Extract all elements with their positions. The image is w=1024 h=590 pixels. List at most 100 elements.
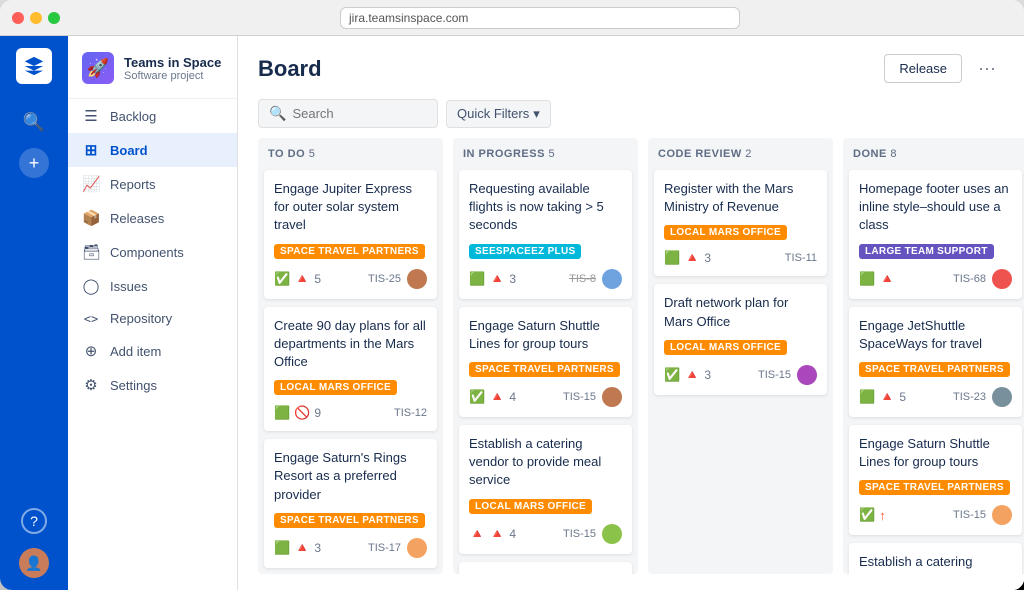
card-title: Establish a catering vendor to provide m… <box>859 553 1012 574</box>
sidebar-item-releases[interactable]: 📦 Releases <box>68 201 237 235</box>
add-nav-button[interactable]: + <box>19 148 49 178</box>
releases-icon: 📦 <box>82 209 100 227</box>
search-nav-icon[interactable]: 🔍 <box>14 104 54 140</box>
story-icon: 🟩 <box>859 389 875 405</box>
card-inprogress2[interactable]: Engage Saturn Shuttle Lines for group to… <box>459 307 632 417</box>
close-button[interactable] <box>12 12 24 24</box>
sidebar-item-backlog[interactable]: ☰ Backlog <box>68 99 237 133</box>
card-footer: ✅ 🔺 3 TIS-15 <box>664 365 817 385</box>
card-inprogress1[interactable]: Requesting available flights is now taki… <box>459 170 632 299</box>
sidebar: 🔍 + ? 👤 <box>0 36 68 590</box>
project-avatar: 🚀 <box>82 52 114 84</box>
settings-label: Settings <box>110 378 157 393</box>
card-tag: LARGE TEAM SUPPORT <box>859 244 994 259</box>
url-bar[interactable]: jira.teamsinspace.com <box>340 7 740 29</box>
card-tag: LOCAL MARS OFFICE <box>664 340 787 355</box>
card-title: Engage Jupiter Express for outer solar s… <box>274 180 427 235</box>
column-done-title: DONE 8 <box>853 148 897 160</box>
card-icons: 🟩 🔺 5 <box>859 389 906 405</box>
block-icon: 🚫 <box>294 405 310 421</box>
backlog-icon: ☰ <box>82 107 100 125</box>
story-icon: 🟩 <box>664 250 680 266</box>
sidebar-item-reports[interactable]: 📈 Reports <box>68 167 237 201</box>
card-tag: SPACE TRAVEL PARTNERS <box>469 362 620 377</box>
card-title: Engage JetShuttle SpaceWays for travel <box>859 317 1012 353</box>
card-avatar <box>992 505 1012 525</box>
card-meta: TIS-25 <box>368 269 427 289</box>
card-id: TIS-11 <box>785 252 817 264</box>
card-meta: TIS-11 <box>785 252 817 264</box>
card-inprogress3[interactable]: Establish a catering vendor to provide m… <box>459 425 632 554</box>
card-meta: TIS-15 <box>758 365 817 385</box>
app-logo[interactable] <box>16 48 52 84</box>
card-tis12[interactable]: Create 90 day plans for all departments … <box>264 307 437 432</box>
card-avatar <box>992 387 1012 407</box>
sidebar-item-settings[interactable]: ⚙ Settings <box>68 368 237 402</box>
sidebar-item-components[interactable]: 🗃 Components <box>68 235 237 269</box>
card-id: TIS-15 <box>758 369 791 381</box>
priority-icon2: 🔺 <box>489 526 505 542</box>
card-tag: SEESPACEEZ PLUS <box>469 244 581 259</box>
sidebar-item-add-item[interactable]: ⊕ Add item <box>68 334 237 368</box>
card-tis25[interactable]: Engage Jupiter Express for outer solar s… <box>264 170 437 299</box>
card-footer: ✅ 🔺 4 TIS-15 <box>469 387 622 407</box>
card-icons: 🟩 🔺 3 <box>469 271 516 287</box>
sidebar-item-repository[interactable]: <> Repository <box>68 303 237 334</box>
minimize-button[interactable] <box>30 12 42 24</box>
card-icons: 🟩 🔺 3 <box>664 250 711 266</box>
card-done3[interactable]: Engage Saturn Shuttle Lines for group to… <box>849 425 1022 535</box>
card-done4[interactable]: Establish a catering vendor to provide m… <box>849 543 1022 574</box>
issues-label: Issues <box>110 279 148 294</box>
search-box[interactable]: 🔍 <box>258 99 438 128</box>
card-count: 9 <box>314 406 321 420</box>
card-icons: 🟩 🔺 3 <box>274 540 321 556</box>
card-meta: TIS-23 <box>953 387 1012 407</box>
quick-filters-button[interactable]: Quick Filters ▾ <box>446 100 551 128</box>
more-button[interactable]: ··· <box>970 54 1004 83</box>
main-content: Board Release ··· 🔍 Quick Filters ▾ <box>238 36 1024 590</box>
priority-icon: 🔺 <box>684 367 700 383</box>
card-tag: LOCAL MARS OFFICE <box>664 225 787 240</box>
card-cr2[interactable]: Draft network plan for Mars Office LOCAL… <box>654 284 827 394</box>
card-count: 3 <box>509 272 516 286</box>
card-cr1[interactable]: Register with the Mars Ministry of Reven… <box>654 170 827 276</box>
release-button[interactable]: Release <box>884 54 962 83</box>
story-icon: 🟩 <box>274 540 290 556</box>
card-avatar <box>602 269 622 289</box>
card-meta: TIS-15 <box>563 387 622 407</box>
project-icon: 🚀 <box>87 58 109 79</box>
card-id: TIS-12 <box>394 407 427 419</box>
card-footer: 🟩 🚫 9 TIS-12 <box>274 405 427 421</box>
card-footer: 🟩 🔺 3 TIS-11 <box>664 250 817 266</box>
column-codereview-body: Register with the Mars Ministry of Reven… <box>648 166 833 574</box>
card-done2[interactable]: Engage JetShuttle SpaceWays for travel S… <box>849 307 1022 417</box>
header-actions: Release ··· <box>884 54 1004 83</box>
project-type: Software project <box>124 70 221 82</box>
card-count: 5 <box>899 390 906 404</box>
card-id: TIS-17 <box>368 542 401 554</box>
sidebar-item-board[interactable]: ⊞ Board <box>68 133 237 167</box>
column-todo-title: TO DO 5 <box>268 148 315 160</box>
card-count: 3 <box>704 368 711 382</box>
card-done1[interactable]: Homepage footer uses an inline style–sho… <box>849 170 1022 299</box>
url-text: jira.teamsinspace.com <box>349 11 468 25</box>
user-avatar[interactable]: 👤 <box>19 548 49 578</box>
settings-icon: ⚙ <box>82 376 100 394</box>
project-header: 🚀 Teams in Space Software project <box>68 36 237 99</box>
releases-label: Releases <box>110 211 164 226</box>
column-todo: TO DO 5 Engage Jupiter Express for outer… <box>258 138 443 574</box>
card-tis17[interactable]: Engage Saturn's Rings Resort as a prefer… <box>264 439 437 568</box>
search-input[interactable] <box>292 106 422 121</box>
card-icons: 🔺 🔺 4 <box>469 526 516 542</box>
card-id: TIS-15 <box>953 509 986 521</box>
priority-icon: 🔺 <box>294 540 310 556</box>
column-codereview-header: CODE REVIEW 2 <box>648 138 833 166</box>
card-inprogress4[interactable]: Engage Saturn Shuttle Lines for group to… <box>459 562 632 575</box>
column-codereview-title: CODE REVIEW 2 <box>658 148 752 160</box>
card-tag: SPACE TRAVEL PARTNERS <box>274 513 425 528</box>
sidebar-item-issues[interactable]: ◯ Issues <box>68 269 237 303</box>
card-title: Engage Saturn Shuttle Lines for group to… <box>859 435 1012 471</box>
priority-icon: 🔺 <box>879 389 895 405</box>
help-icon[interactable]: ? <box>21 508 47 534</box>
maximize-button[interactable] <box>48 12 60 24</box>
